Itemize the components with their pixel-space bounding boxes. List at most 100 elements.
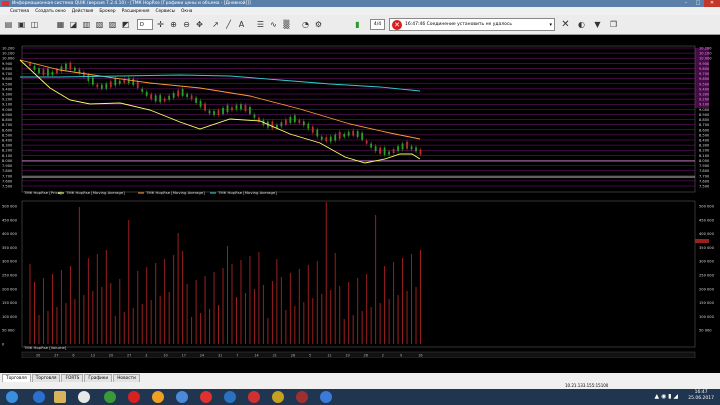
- chart-icon[interactable]: ◪: [68, 19, 79, 30]
- save-icon[interactable]: ▣: [16, 19, 27, 30]
- close-button[interactable]: ✕: [704, 0, 720, 7]
- clock-date: 25.06.2017: [688, 396, 714, 401]
- menu-item-services[interactable]: Сервисы: [156, 9, 175, 14]
- date-tick-label: 2: [382, 354, 384, 358]
- date-tick-label: 24: [200, 354, 204, 358]
- crosshair-icon[interactable]: ✛: [155, 19, 166, 30]
- alerts-icon[interactable]: ◔: [300, 19, 311, 30]
- firefox-icon[interactable]: [152, 391, 164, 403]
- chart-area[interactable]: 10.200 10.200 10.100 10.100 10.000 10.000 9.90…: [0, 36, 720, 364]
- print-icon[interactable]: ◫: [29, 19, 40, 30]
- date-tick-label: 21: [273, 354, 277, 358]
- taskbar: ▲ ◉ ▮ ◢ 16:47 25.06.2017: [0, 389, 720, 405]
- price-axis-left-label: 7.500: [2, 185, 13, 189]
- quik-icon[interactable]: [248, 391, 260, 403]
- price-volume-chart[interactable]: 10.200 10.20010.100 10.10010.000 10.0009.90…: [0, 36, 720, 364]
- tab-trading-1[interactable]: Торговля: [2, 374, 31, 382]
- taskbar-clock[interactable]: 16:47 25.06.2017: [688, 390, 714, 402]
- menu-item-extensions[interactable]: Расширения: [122, 9, 150, 14]
- candle-body: [118, 80, 121, 84]
- menu-bar: Система Создать окно Действия Брокер Рас…: [0, 7, 720, 15]
- window-title-bar: Информационная система QUIK (версия 7.2.…: [0, 0, 720, 7]
- volume-axis-left-label: 300 000: [2, 260, 18, 264]
- date-tick-label: 26: [364, 354, 368, 358]
- price-axis-left-label: 8.100: [2, 154, 13, 158]
- text-icon[interactable]: A: [236, 19, 247, 30]
- zoom-out-icon[interactable]: ⊖: [181, 19, 192, 30]
- chevron-down-icon[interactable]: ▾: [549, 19, 552, 30]
- menu-item-system[interactable]: Система: [10, 9, 29, 14]
- copy-icon[interactable]: ❐: [608, 19, 619, 30]
- table-icon[interactable]: ▦: [55, 19, 66, 30]
- calc-icon[interactable]: ▒: [281, 19, 292, 30]
- price-axis-left-label: 9.300: [2, 93, 13, 97]
- candle-body: [186, 93, 189, 97]
- interval-select[interactable]: D: [137, 19, 153, 30]
- menu-item-broker[interactable]: Брокер: [99, 9, 115, 14]
- sound-icon[interactable]: ◐: [576, 19, 587, 30]
- explorer-icon[interactable]: [54, 391, 66, 403]
- tab-charts[interactable]: Графики: [84, 374, 113, 382]
- legend-price: ТМК HopRse [Price]: [23, 190, 62, 195]
- candle-body: [293, 115, 296, 123]
- tray-icons[interactable]: ▲ ◉ ▮ ◢: [655, 393, 679, 400]
- tab-news[interactable]: Новости: [113, 374, 140, 382]
- move-icon[interactable]: ✥: [194, 19, 205, 30]
- candle-body: [334, 134, 337, 141]
- start-button-icon[interactable]: [6, 391, 18, 403]
- candle-body: [114, 78, 117, 86]
- candle-body: [29, 63, 31, 66]
- deals-icon[interactable]: ▧: [94, 19, 105, 30]
- volume-axis-right-label: 200 000: [699, 287, 715, 291]
- yandex-icon[interactable]: [200, 391, 212, 403]
- word-icon[interactable]: [224, 391, 236, 403]
- orders-icon[interactable]: ▥: [81, 19, 92, 30]
- candles-icon[interactable]: ▮: [352, 19, 363, 30]
- tab-forts[interactable]: FORTS: [61, 374, 84, 382]
- date-tick-label: 13: [91, 354, 95, 358]
- date-tick-label: 16: [418, 354, 422, 358]
- candle-body: [289, 116, 292, 123]
- maximize-button[interactable]: □: [692, 0, 704, 7]
- opera-icon[interactable]: [128, 391, 140, 403]
- candle-body: [249, 106, 251, 114]
- status-bar: 10.21.133.155:15100: [0, 382, 720, 389]
- menu-item-actions[interactable]: Действия: [72, 9, 94, 14]
- volume-axis-right-label: 100 000: [699, 315, 715, 319]
- pdf-icon[interactable]: [296, 391, 308, 403]
- open-icon[interactable]: ▤: [3, 19, 14, 30]
- news-icon[interactable]: ◩: [120, 19, 131, 30]
- price-axis-left-label: 8.000: [2, 159, 13, 163]
- price-axis-right-label: 7.900: [699, 164, 710, 168]
- app-icon[interactable]: [104, 391, 116, 403]
- draw-icon[interactable]: ╱: [223, 19, 234, 30]
- menu-item-windows[interactable]: Окна: [181, 9, 192, 14]
- candle-body: [338, 131, 341, 139]
- zoom-in-icon[interactable]: ⊕: [168, 19, 179, 30]
- message-box[interactable]: ✕ 16:47:46 Соединение установить не удал…: [389, 18, 555, 31]
- ie-icon[interactable]: [33, 391, 45, 403]
- candle-body: [150, 94, 153, 100]
- candle-body: [352, 130, 355, 136]
- outlook-icon[interactable]: [320, 391, 332, 403]
- taskbar-app-icon[interactable]: [272, 391, 284, 403]
- minimize-button[interactable]: –: [680, 0, 692, 7]
- candle-body: [159, 95, 162, 103]
- candle-body: [325, 137, 328, 142]
- indicators-icon[interactable]: ∿: [268, 19, 279, 30]
- candle-body: [406, 141, 408, 149]
- media-icon[interactable]: [78, 391, 90, 403]
- tab-trading-2[interactable]: Торговля: [31, 374, 61, 382]
- settings-icon[interactable]: ⚙: [313, 19, 324, 30]
- volume-axis-right-label: 400 000: [699, 232, 715, 236]
- portfolio-icon[interactable]: ▨: [107, 19, 118, 30]
- funnel-icon[interactable]: ▼: [592, 19, 603, 30]
- close-x-icon[interactable]: ✕: [560, 19, 571, 30]
- cursor-icon[interactable]: ↗: [210, 19, 221, 30]
- chrome-icon[interactable]: [176, 391, 188, 403]
- menu-item-create-window[interactable]: Создать окно: [35, 9, 66, 14]
- candle-body: [190, 95, 193, 100]
- layers-icon[interactable]: ☰: [255, 19, 266, 30]
- candle-body: [199, 100, 202, 107]
- price-axis-left-label: 8.600: [2, 128, 13, 132]
